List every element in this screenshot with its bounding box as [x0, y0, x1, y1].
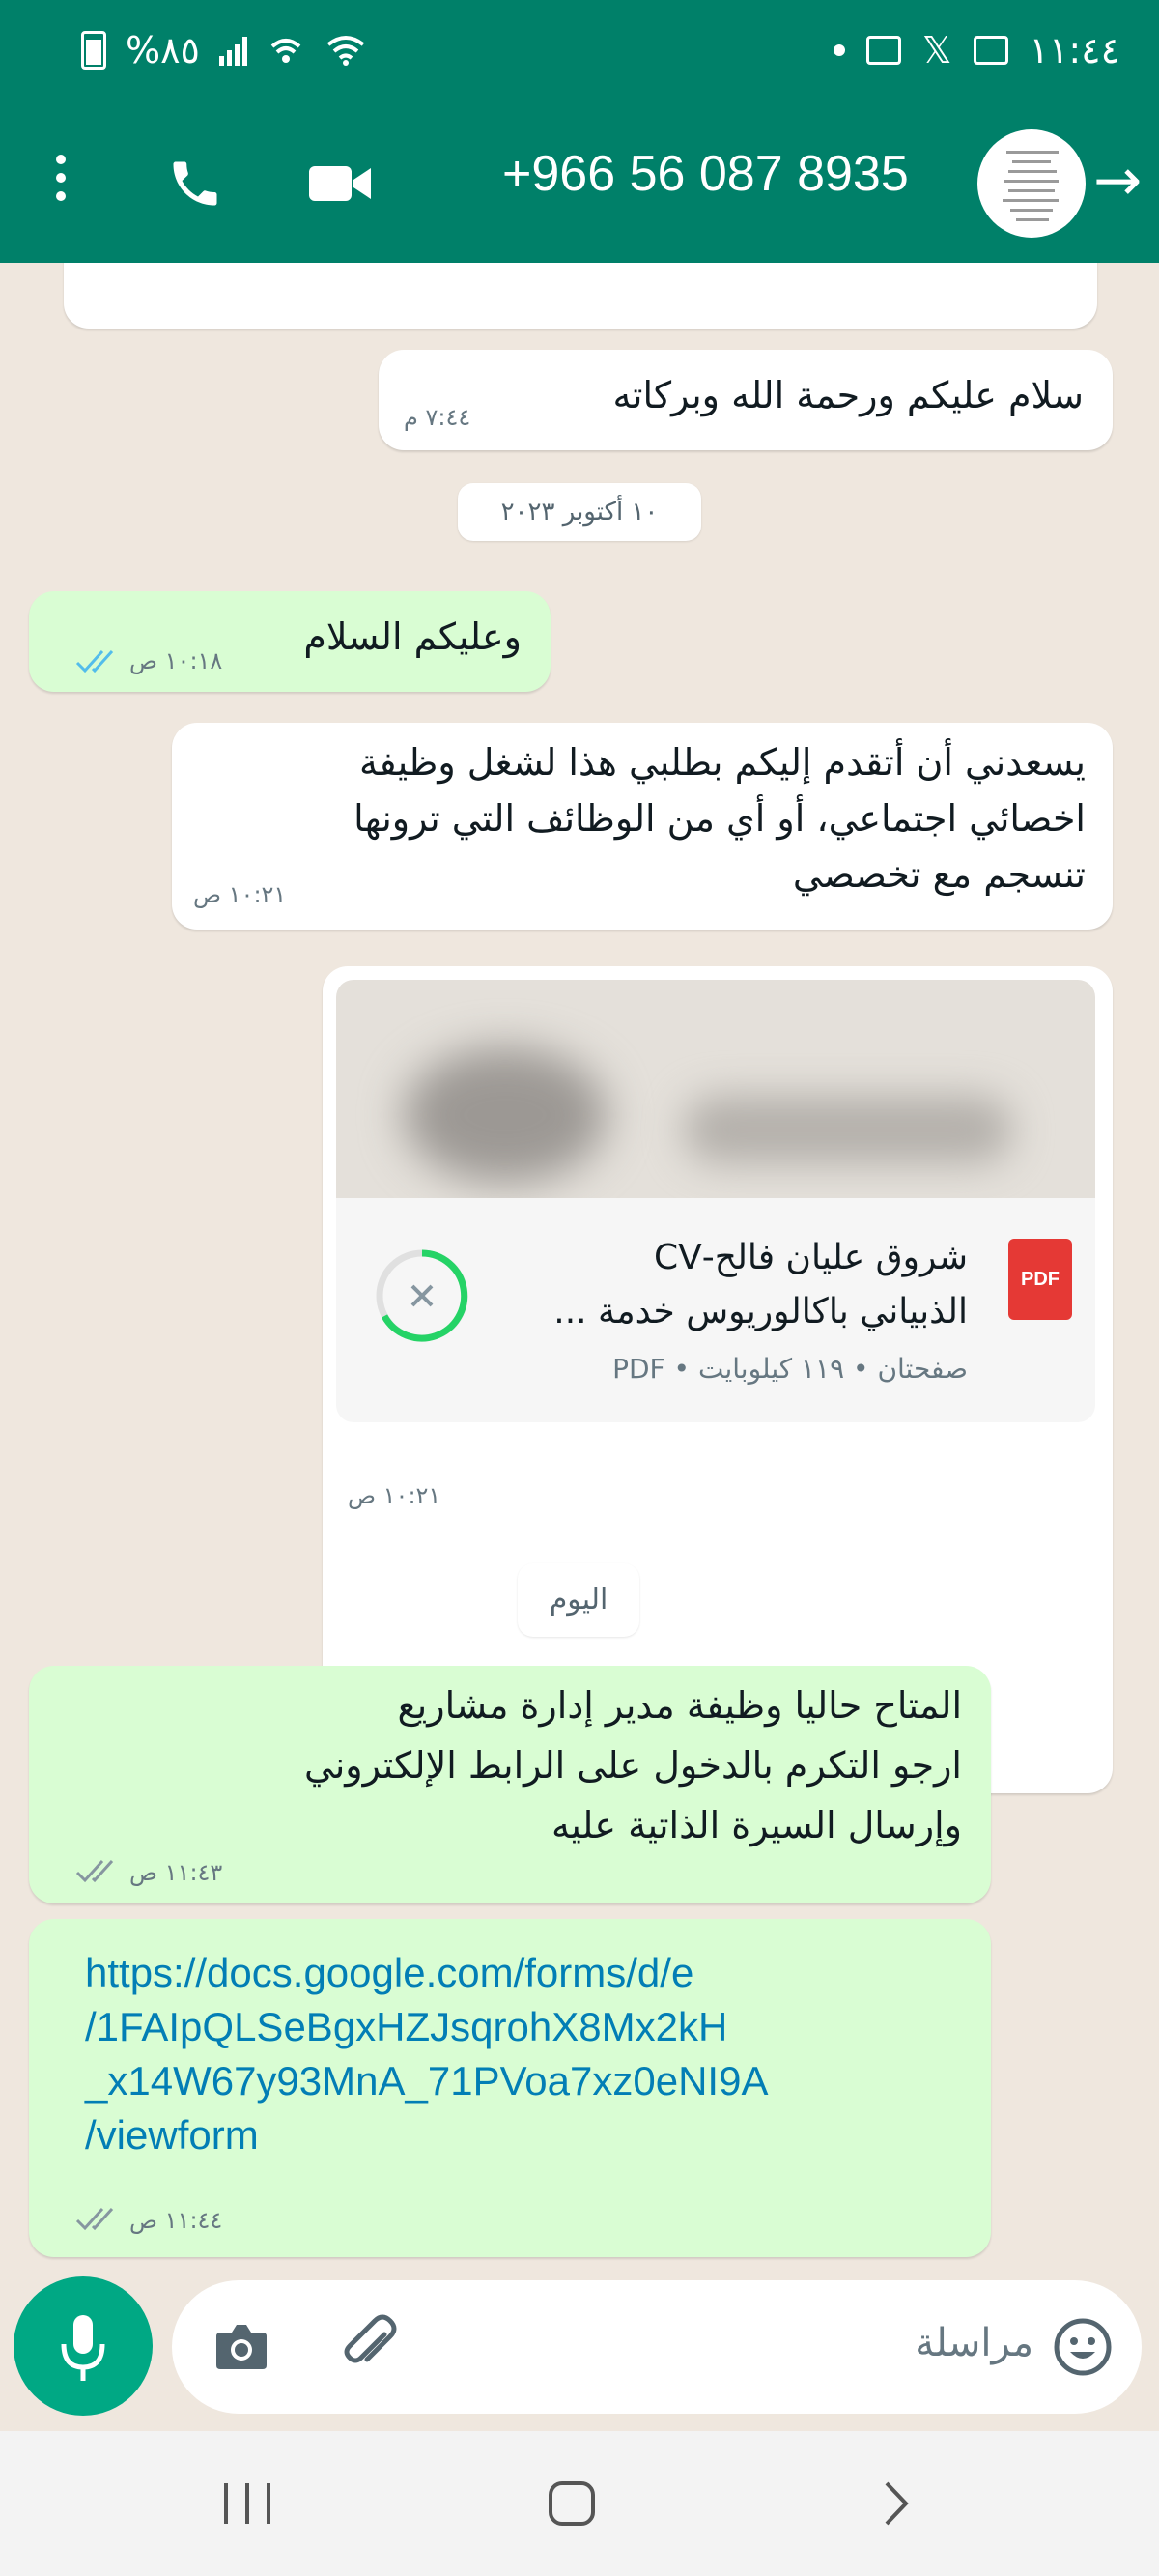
- avatar[interactable]: [977, 129, 1086, 238]
- message-line: اخصائي اجتماعي، أو أي من الوظائف التي تر…: [353, 797, 1086, 840]
- battery-icon: [81, 31, 106, 70]
- read-ticks-icon: [75, 649, 114, 673]
- emoji-icon[interactable]: [1053, 2317, 1113, 2377]
- document-preview[interactable]: [336, 980, 1095, 1198]
- message-line: ارجو التكرم بالدخول على الرابط الإلكترون…: [304, 1744, 962, 1787]
- video-icon[interactable]: [307, 160, 373, 207]
- message-time: ١٠:٢١ ص: [193, 881, 287, 908]
- outgoing-message[interactable]: وعليكم السلام ١٠:١٨ ص: [29, 591, 551, 692]
- x-app-icon: 𝕏: [921, 29, 952, 72]
- home-icon[interactable]: [547, 2479, 599, 2528]
- message-line: تنسجم مع تخصصي: [792, 853, 1086, 896]
- message-input[interactable]: مراسلة: [172, 2280, 1142, 2414]
- document-meta: صفحتان • ١١٩ كيلوبايت • PDF: [612, 1353, 968, 1385]
- outgoing-message[interactable]: المتاح حاليا وظيفة مدير إدارة مشاريع ارج…: [29, 1666, 991, 1903]
- outgoing-link-message[interactable]: https://docs.google.com/forms/d/e /1FAIp…: [29, 1919, 991, 2257]
- outlook-icon: [865, 36, 901, 65]
- mic-icon: [61, 2315, 105, 2381]
- system-nav-bar: [0, 2431, 1159, 2576]
- partial-message-bubble[interactable]: [64, 263, 1097, 329]
- document-name-line: الذبياني باكالوريوس خدمة ...: [553, 1292, 968, 1331]
- message-line: المتاح حاليا وظيفة مدير إدارة مشاريع: [397, 1684, 962, 1727]
- document-name-line: شروق عليان فالح-CV: [653, 1238, 968, 1277]
- camera-icon[interactable]: [212, 2319, 270, 2373]
- back-arrow-icon[interactable]: →: [1093, 147, 1142, 215]
- delivered-ticks-icon: [75, 2207, 114, 2231]
- message-line: يسعدني أن أتقدم إليكم بطلبي هذا لشغل وظي…: [359, 741, 1086, 784]
- recent-apps-icon[interactable]: [220, 2481, 274, 2526]
- phone-icon[interactable]: [166, 155, 224, 213]
- message-input-placeholder: مراسلة: [915, 2321, 1033, 2365]
- clock-time: ١١:٤٤: [1029, 29, 1120, 72]
- delivered-ticks-icon: [75, 1859, 114, 1883]
- link-line[interactable]: /viewform: [85, 2108, 974, 2162]
- chat-area[interactable]: سلام عليكم ورحمة الله وبركاته ٧:٤٤ م ١٠ …: [0, 263, 1159, 2431]
- signal-icon: [218, 35, 247, 66]
- attach-icon[interactable]: [338, 2313, 406, 2381]
- link-line[interactable]: /1FAIpQLSeBgxHZJsqrohX8Mx2kH: [85, 2000, 974, 2054]
- incoming-message[interactable]: سلام عليكم ورحمة الله وبركاته ٧:٤٤ م: [379, 350, 1113, 450]
- mic-button[interactable]: [14, 2276, 153, 2416]
- message-time: ١١:٤٤ ص: [129, 2207, 223, 2234]
- message-text: وعليكم السلام: [303, 615, 522, 658]
- date-separator: ١٠ أكتوبر ٢٠٢٣: [458, 483, 701, 541]
- incoming-message[interactable]: يسعدني أن أتقدم إليكم بطلبي هذا لشغل وظي…: [172, 723, 1113, 930]
- menu-icon[interactable]: [56, 155, 66, 201]
- wifi-icon: [326, 36, 365, 66]
- document-name: شروق عليان فالح-CV الذبياني باكالوريوس خ…: [466, 1231, 968, 1339]
- notification-dot-icon: [833, 44, 845, 56]
- wifi-call-icon: [270, 39, 301, 63]
- contact-name[interactable]: +966 56 087 8935: [502, 145, 909, 203]
- status-bar: %٨٥ 𝕏 ١١:٤٤: [0, 0, 1159, 104]
- cancel-download-icon[interactable]: [371, 1245, 473, 1347]
- back-icon[interactable]: [879, 2479, 914, 2528]
- status-right: 𝕏 ١١:٤٤: [833, 29, 1120, 72]
- document-info[interactable]: شروق عليان فالح-CV الذبياني باكالوريوس خ…: [336, 1198, 1095, 1422]
- link-line[interactable]: _x14W67y93MnA_71PVoa7xz0eNI9A: [85, 2054, 974, 2108]
- link-line[interactable]: https://docs.google.com/forms/d/e: [85, 1946, 974, 2000]
- pdf-icon: PDF: [1008, 1239, 1072, 1320]
- message-time: ٧:٤٤ م: [404, 404, 471, 431]
- message-text: سلام عليكم ورحمة الله وبركاته: [612, 374, 1085, 416]
- message-time: ١١:٤٣ ص: [129, 1859, 223, 1886]
- message-link[interactable]: https://docs.google.com/forms/d/e /1FAIp…: [85, 1946, 974, 2162]
- message-time: ١٠:٢١ ص: [348, 1482, 441, 1509]
- chat-header: +966 56 087 8935 →: [0, 104, 1159, 263]
- message-time: ١٠:١٨ ص: [129, 647, 223, 674]
- message-line: وإرسال السيرة الذاتية عليه: [551, 1804, 962, 1846]
- status-left: %٨٥: [81, 29, 367, 72]
- battery-level: %٨٥: [126, 29, 200, 72]
- gallery-icon: [973, 36, 1008, 65]
- date-separator: اليوم: [518, 1563, 639, 1637]
